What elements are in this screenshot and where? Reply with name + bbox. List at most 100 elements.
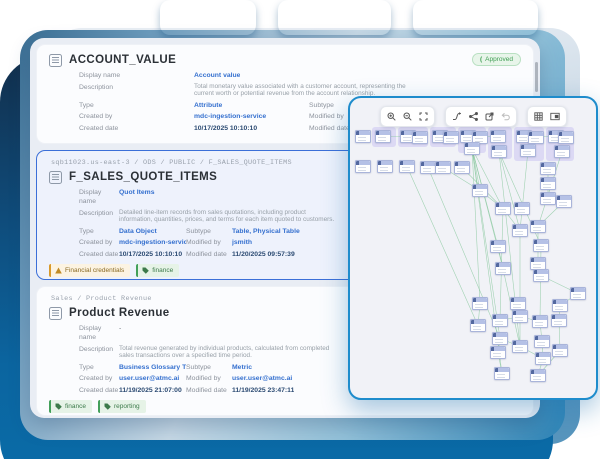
lineage-node[interactable] bbox=[494, 367, 510, 380]
display-name-link[interactable]: Account value bbox=[194, 71, 240, 80]
lineage-node[interactable] bbox=[540, 162, 556, 175]
field-label: Modified by bbox=[186, 239, 221, 246]
pill-label: AI Driven bbox=[198, 12, 240, 23]
created-date: 11/19/2025 21:07:00 bbox=[119, 386, 182, 394]
type-link[interactable]: Data Object bbox=[119, 227, 186, 236]
tag-finance[interactable]: finance bbox=[49, 399, 92, 413]
chat-icon bbox=[427, 11, 441, 25]
subtype-link[interactable]: Metric bbox=[232, 363, 252, 372]
field-label: Created date bbox=[79, 386, 119, 394]
lineage-node[interactable] bbox=[355, 130, 371, 143]
lineage-node[interactable] bbox=[377, 160, 393, 173]
field-label: Display name bbox=[79, 189, 102, 205]
minimap-icon[interactable] bbox=[549, 112, 560, 121]
export-icon[interactable] bbox=[485, 112, 494, 121]
lineage-node[interactable] bbox=[533, 239, 549, 252]
lineage-node[interactable] bbox=[552, 344, 568, 357]
field-label: Created date bbox=[79, 124, 119, 132]
lineage-node[interactable] bbox=[512, 310, 528, 323]
tag-financial-credentials[interactable]: Financial credentials bbox=[49, 263, 131, 277]
lineage-node[interactable] bbox=[530, 369, 546, 382]
undo-icon[interactable] bbox=[501, 112, 510, 121]
modified-by-link[interactable]: jsmith bbox=[232, 238, 252, 247]
created-date: 10/17/2025 10:10:10 bbox=[119, 250, 183, 258]
lineage-node[interactable] bbox=[530, 220, 546, 233]
lineage-node[interactable] bbox=[520, 144, 536, 157]
lineage-node[interactable] bbox=[490, 346, 506, 359]
lineage-node[interactable] bbox=[491, 145, 507, 158]
app-stage: AI AI Driven Data Ecosystem Natural Lang… bbox=[0, 0, 600, 459]
lineage-node[interactable] bbox=[535, 352, 551, 365]
lineage-node[interactable] bbox=[472, 297, 488, 310]
pill-natural-language[interactable]: Natural Language bbox=[413, 0, 538, 35]
lineage-node[interactable] bbox=[355, 160, 371, 173]
alert-icon bbox=[55, 267, 62, 274]
tag-finance[interactable]: finance bbox=[136, 263, 180, 277]
flow-icon[interactable] bbox=[452, 112, 462, 121]
zoom-out-icon[interactable] bbox=[403, 112, 412, 121]
tag-icon bbox=[142, 267, 150, 274]
pill-data-ecosystem[interactable]: Data Ecosystem bbox=[278, 0, 391, 35]
lineage-node[interactable] bbox=[514, 202, 530, 215]
card-title: F_SALES_QUOTE_ITEMS bbox=[69, 171, 218, 183]
lineage-node[interactable] bbox=[551, 314, 567, 327]
tag-reporting[interactable]: reporting bbox=[97, 399, 146, 413]
lineage-node[interactable] bbox=[534, 335, 550, 348]
share-icon[interactable] bbox=[468, 112, 478, 121]
type-link[interactable]: Attribute bbox=[194, 101, 309, 110]
lineage-node[interactable] bbox=[492, 332, 508, 345]
type-link[interactable]: Business Glossary Term bbox=[119, 363, 186, 372]
lineage-node[interactable] bbox=[399, 160, 415, 173]
lineage-node[interactable] bbox=[495, 262, 511, 275]
subtype-link[interactable]: Table, Physical Table bbox=[232, 227, 300, 236]
modified-date: 11/19/2025 23:47:11 bbox=[232, 386, 295, 394]
lineage-node[interactable] bbox=[528, 131, 544, 144]
lineage-node[interactable] bbox=[570, 287, 586, 300]
zoom-in-icon[interactable] bbox=[387, 112, 396, 121]
lineage-node[interactable] bbox=[558, 131, 574, 144]
grid-icon[interactable] bbox=[533, 112, 543, 121]
pill-ai-driven[interactable]: AI AI Driven bbox=[160, 0, 256, 35]
created-by-link[interactable]: user.user@atmc.ai bbox=[119, 374, 186, 383]
lineage-node[interactable] bbox=[412, 131, 428, 144]
lineage-node[interactable] bbox=[492, 314, 508, 327]
lineage-node[interactable] bbox=[533, 269, 549, 282]
lineage-node[interactable] bbox=[472, 184, 488, 197]
lineage-node[interactable] bbox=[532, 315, 548, 328]
modified-date: 11/20/2025 09:57:39 bbox=[232, 250, 295, 258]
lineage-node[interactable] bbox=[540, 177, 556, 190]
sitemap-icon bbox=[289, 11, 303, 25]
lineage-node[interactable] bbox=[470, 319, 486, 332]
field-label: Description bbox=[79, 209, 113, 217]
lineage-node[interactable] bbox=[490, 240, 506, 253]
field-label: Type bbox=[79, 363, 94, 371]
lineage-node[interactable] bbox=[375, 130, 391, 143]
lineage-node[interactable] bbox=[443, 131, 459, 144]
lineage-node[interactable] bbox=[512, 340, 528, 353]
field-label: Subtype bbox=[186, 227, 211, 235]
field-label: Modified date bbox=[186, 386, 227, 394]
lineage-node[interactable] bbox=[435, 161, 451, 174]
lineage-node[interactable] bbox=[495, 202, 511, 215]
scrollbar-thumb[interactable] bbox=[535, 62, 538, 92]
lineage-node[interactable] bbox=[510, 297, 526, 310]
display-name-link[interactable]: Quot Items bbox=[119, 188, 155, 197]
toolbar-view-group bbox=[526, 106, 567, 127]
lineage-node[interactable] bbox=[552, 299, 568, 312]
fit-view-icon[interactable] bbox=[419, 112, 428, 121]
modified-by-link[interactable]: user.user@atmc.ai bbox=[232, 374, 292, 383]
lineage-node[interactable] bbox=[512, 224, 528, 237]
lineage-node[interactable] bbox=[490, 130, 506, 143]
lineage-node[interactable] bbox=[420, 161, 436, 174]
created-date: 10/17/2025 10:10:10 bbox=[194, 124, 258, 132]
lineage-node[interactable] bbox=[454, 161, 470, 174]
created-by-link[interactable]: mdc-ingestion-service bbox=[119, 238, 186, 247]
lineage-node[interactable] bbox=[464, 142, 480, 155]
lineage-node[interactable] bbox=[554, 145, 570, 158]
lineage-node[interactable] bbox=[556, 195, 572, 208]
lineage-node[interactable] bbox=[540, 192, 556, 205]
field-label: Display name bbox=[79, 325, 102, 341]
created-by-link[interactable]: mdc-ingestion-service bbox=[194, 112, 309, 121]
description-text: Total revenue generated by individual pr… bbox=[119, 344, 330, 360]
tag-icon bbox=[104, 403, 111, 410]
